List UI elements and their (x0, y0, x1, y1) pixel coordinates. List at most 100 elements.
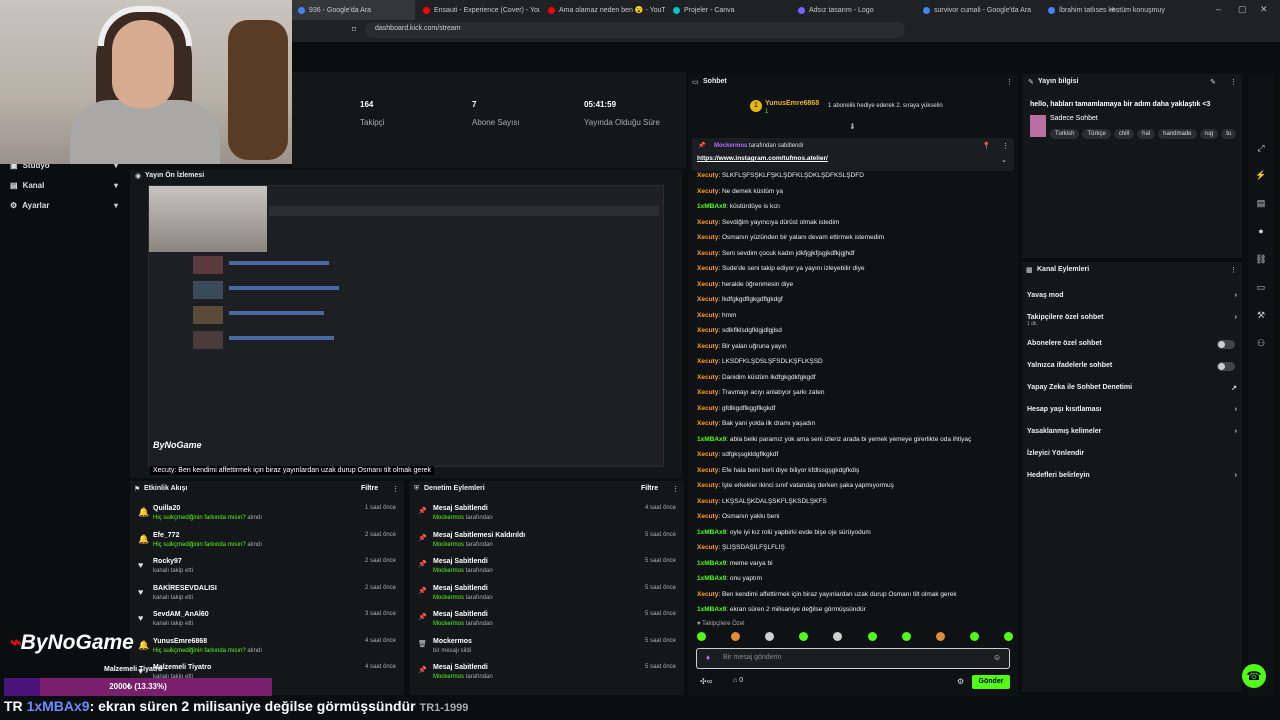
browser-tab[interactable]: survivor cumali - Google'da Ara (915, 0, 1040, 20)
chat-username[interactable]: 1xMBAx9 (697, 203, 726, 210)
nav-channel[interactable]: ▤ Kanal ▾ (10, 181, 118, 190)
browser-tab[interactable]: Ensauti - Experience (Cover) - YouTu (415, 0, 540, 20)
chevron-right-icon[interactable]: › (1235, 314, 1237, 321)
emoji-icon[interactable]: ☺ (993, 653, 1001, 662)
emote-icon[interactable] (833, 632, 843, 641)
modlog-moderator[interactable]: Mockermos (433, 621, 464, 627)
channel-action-item[interactable]: Hedefleri belirleyin › (1027, 472, 1237, 479)
chat-username[interactable]: 1xMBAx9 (697, 560, 726, 567)
pinned-link[interactable]: https://www.instagram.com/tufmos.atelier… (697, 155, 828, 162)
chevron-down-icon[interactable]: ⌄ (1001, 156, 1007, 164)
chevron-right-icon[interactable]: › (1235, 292, 1237, 299)
chat-username[interactable]: 1xMBAx9 (697, 529, 726, 536)
address-bar[interactable]: dashboard.kick.com/stream (365, 22, 905, 38)
chat-username[interactable]: Xecuty (697, 296, 718, 303)
stream-tag[interactable]: rug (1199, 129, 1219, 139)
close-window-icon[interactable]: ✕ (1260, 4, 1268, 15)
emote-icon[interactable] (1003, 632, 1013, 641)
nav-settings[interactable]: ⚙ Ayarlar ▾ (10, 201, 118, 210)
activity-user[interactable]: SevdAM_AnAl60 (153, 611, 209, 618)
link-icon[interactable]: ⛓ (1254, 254, 1268, 268)
badge-icon[interactable]: ♦ (706, 653, 710, 662)
browser-tab[interactable]: 936 - Google'da Ara (290, 0, 415, 20)
toggle-switch[interactable] (1217, 340, 1235, 349)
chat-username[interactable]: Xecuty (697, 172, 718, 179)
emote-icon[interactable] (901, 632, 911, 641)
expand-icon[interactable]: ⤢ (1254, 143, 1268, 157)
browser-tab[interactable]: Ama olamaz neden ben 😮 - YouTu (540, 0, 665, 20)
chat-username[interactable]: Xecuty (697, 312, 718, 319)
chat-username[interactable]: Xecuty (697, 374, 718, 381)
more-icon[interactable]: ⋮ (1002, 142, 1009, 150)
activity-user[interactable]: Quilla20 (153, 505, 180, 512)
chevron-right-icon[interactable]: › (1235, 406, 1237, 413)
chat-username[interactable]: 1xMBAx9 (697, 606, 726, 613)
chat-username[interactable]: Xecuty (697, 219, 718, 226)
chat-username[interactable]: 1xMBAx9 (697, 575, 726, 582)
browser-tab[interactable]: Adsız tasarım - Logo (790, 0, 915, 20)
chat-username[interactable]: Xecuty (697, 544, 718, 551)
stream-tag[interactable]: chill (1113, 129, 1135, 139)
emote-icon[interactable] (799, 632, 809, 641)
channel-action-item[interactable]: Abonelere özel sohbet (1027, 340, 1237, 349)
chat-settings-icon[interactable]: ⚙ (957, 677, 964, 686)
unpin-icon[interactable]: 📍 (982, 142, 991, 150)
modlog-filter-button[interactable]: Filtre (641, 485, 658, 492)
activity-user[interactable]: Rocky97 (153, 558, 182, 565)
stream-tag[interactable]: tu (1221, 129, 1237, 139)
stream-tag[interactable]: handmade (1158, 129, 1197, 139)
stream-tag[interactable]: Türkçe (1082, 129, 1111, 139)
modlog-moderator[interactable]: Mockermos (433, 515, 464, 521)
community-icon[interactable]: ✣∞ (700, 677, 712, 686)
new-tab-button[interactable]: + (1110, 5, 1116, 16)
chat-username[interactable]: Xecuty (697, 420, 718, 427)
activity-user[interactable]: Efe_772 (153, 532, 179, 539)
chat-username[interactable]: Xecuty (697, 250, 718, 257)
modlog-moderator[interactable]: Mockermos (433, 595, 464, 601)
chat-username[interactable]: Xecuty (697, 358, 718, 365)
maximize-icon[interactable]: ▢ (1238, 4, 1247, 15)
more-icon[interactable]: ⋮ (392, 485, 399, 493)
points-counter[interactable]: ⌂ 0 (733, 677, 743, 684)
bolt-icon[interactable]: ⚡ (1254, 170, 1268, 184)
emote-icon[interactable] (969, 632, 979, 641)
more-icon[interactable]: ⋮ (1230, 78, 1237, 86)
channel-action-item[interactable]: Takipçilere özel sohbet 1 dk. › (1027, 314, 1237, 327)
chat-username[interactable]: Xecuty (697, 343, 718, 350)
channel-action-item[interactable]: Yalnızca ifadelerle sohbet (1027, 362, 1237, 371)
channel-action-item[interactable]: Yasaklanmış kelimeler › (1027, 428, 1237, 435)
channel-action-item[interactable]: İzleyici Yönlendir (1027, 450, 1237, 457)
chat-username[interactable]: Xecuty (697, 591, 718, 598)
clipboard-icon[interactable]: ▤ (1254, 198, 1268, 212)
browser-tab[interactable]: Projeler - Canva (665, 0, 790, 20)
chevron-right-icon[interactable]: › (1235, 472, 1237, 479)
chat-username[interactable]: Xecuty (697, 265, 718, 272)
chat-input[interactable]: Bir mesaj gönderin (696, 648, 1010, 669)
chevron-right-icon[interactable]: › (1235, 428, 1237, 435)
activity-user[interactable]: BAKİRESEVDALISI (153, 585, 217, 592)
channel-action-item[interactable]: Yapay Zeka ile Sohbet Denetimi ↗ (1027, 384, 1237, 392)
stream-tag[interactable]: hal (1137, 129, 1156, 139)
bookmark-icon[interactable]: ⌑ (352, 25, 356, 34)
edit-icon[interactable]: ✎ (1210, 78, 1216, 86)
emote-icon[interactable] (697, 632, 706, 641)
chat-username[interactable]: Xecuty (697, 188, 718, 195)
collapse-icon[interactable]: ⇟ (849, 122, 856, 131)
chat-username[interactable]: Xecuty (697, 451, 718, 458)
channel-action-item[interactable]: Yavaş mod › (1027, 292, 1237, 299)
emote-icon[interactable] (731, 632, 741, 641)
activity-user[interactable]: YunusEmre6868 (153, 638, 207, 645)
chat-username[interactable]: Xecuty (697, 281, 718, 288)
send-button[interactable]: Gönder (972, 675, 1010, 689)
minimize-icon[interactable]: – (1216, 4, 1221, 14)
chat-username[interactable]: Xecuty (697, 513, 718, 520)
users-icon[interactable]: ⚇ (1254, 338, 1268, 352)
more-icon[interactable]: ⋮ (1006, 78, 1013, 86)
chat-username[interactable]: Xecuty (697, 234, 718, 241)
chat-username[interactable]: Xecuty (697, 467, 718, 474)
emote-icon[interactable] (935, 632, 945, 641)
chat-username[interactable]: Xecuty (697, 389, 718, 396)
stream-tag[interactable]: Turkish (1050, 129, 1080, 139)
toggle-switch[interactable] (1217, 362, 1235, 371)
browser-tab[interactable]: İbrahim tatlıses kostüm konuşmuyo (1040, 0, 1165, 20)
